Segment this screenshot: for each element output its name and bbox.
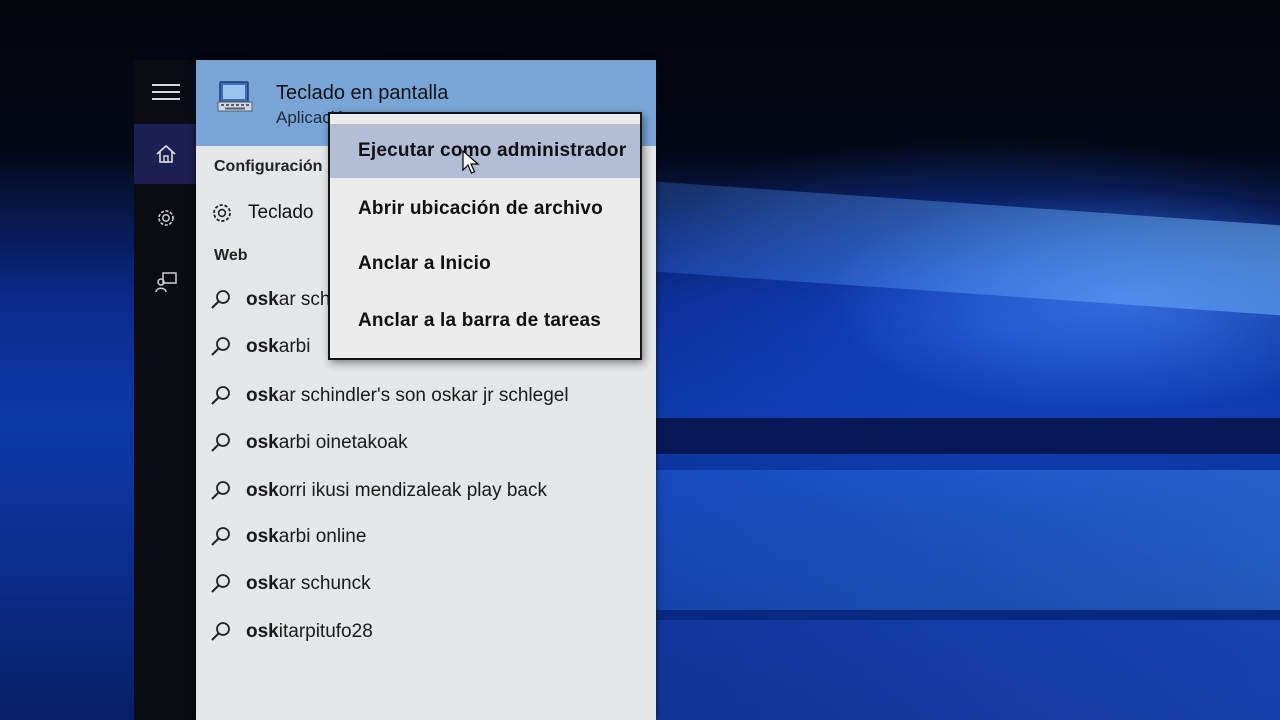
hamburger-menu-button[interactable] [134,62,198,122]
menu-item-label: Anclar a Inicio [358,253,491,274]
gear-icon [158,210,174,226]
web-result-text: oskarbi oinetakoak [246,432,408,453]
mouse-cursor-icon [462,150,480,174]
search-icon [211,574,230,593]
menu-item-run-as-administrator[interactable]: Ejecutar como administrador [330,124,640,178]
wallpaper-light-pane [640,470,1280,610]
menu-item-label: Abrir ubicación de archivo [358,198,603,219]
web-result-text: oskitarpitufo28 [246,621,373,642]
menu-item-label: Anclar a la barra de tareas [358,310,602,331]
gear-icon [213,204,231,222]
search-icon [211,337,230,356]
hamburger-menu-icon [152,84,180,100]
context-menu: Ejecutar como administrador Abrir ubicac… [328,112,642,360]
web-result-text: oskar schunck [246,573,371,594]
web-result-item[interactable]: oskorri ikusi mendizaleak play back [210,476,640,506]
menu-item-open-file-location[interactable]: Abrir ubicación de archivo [330,182,640,236]
settings-section-label: Configuración [214,158,323,175]
search-icon [211,433,230,452]
menu-item-pin-to-start[interactable]: Anclar a Inicio [330,237,640,291]
web-result-text: oskarbi online [246,526,367,547]
menu-item-pin-to-taskbar[interactable]: Anclar a la barra de tareas [330,294,640,348]
web-result-text: oskorri ikusi mendizaleak play back [246,480,547,501]
search-icon [211,386,230,405]
feedback-button[interactable] [134,252,198,312]
home-icon [156,144,176,163]
settings-result-label: Teclado [248,202,314,223]
search-icon [211,527,230,546]
web-result-item[interactable]: oskitarpitufo28 [210,617,640,647]
web-result-item[interactable]: oskarbi oinetakoak [210,428,640,458]
menu-item-label: Ejecutar como administrador [358,140,627,161]
search-icon [211,481,230,500]
web-result-text: oskar schindler's son oskar jr schlegel [246,385,569,406]
settings-button[interactable] [134,188,198,248]
web-result-item[interactable]: oskar schunck [210,569,640,599]
web-result-text: oskarbi [246,336,311,357]
home-button[interactable] [134,124,198,184]
wallpaper-dark-band [640,418,1280,454]
web-result-item[interactable]: oskarbi online [210,522,640,552]
search-icon [211,622,230,641]
start-left-rail [134,60,198,720]
web-section-label: Web [214,247,248,264]
feedback-icon [155,272,177,293]
search-icon [211,290,230,309]
wallpaper-lower-pane [640,620,1280,720]
best-match-title: Teclado en pantalla [276,82,449,104]
wallpaper-light-beam [640,180,1280,320]
web-result-item[interactable]: oskar schindler's son oskar jr schlegel [210,381,640,411]
on-screen-keyboard-icon [217,81,253,112]
